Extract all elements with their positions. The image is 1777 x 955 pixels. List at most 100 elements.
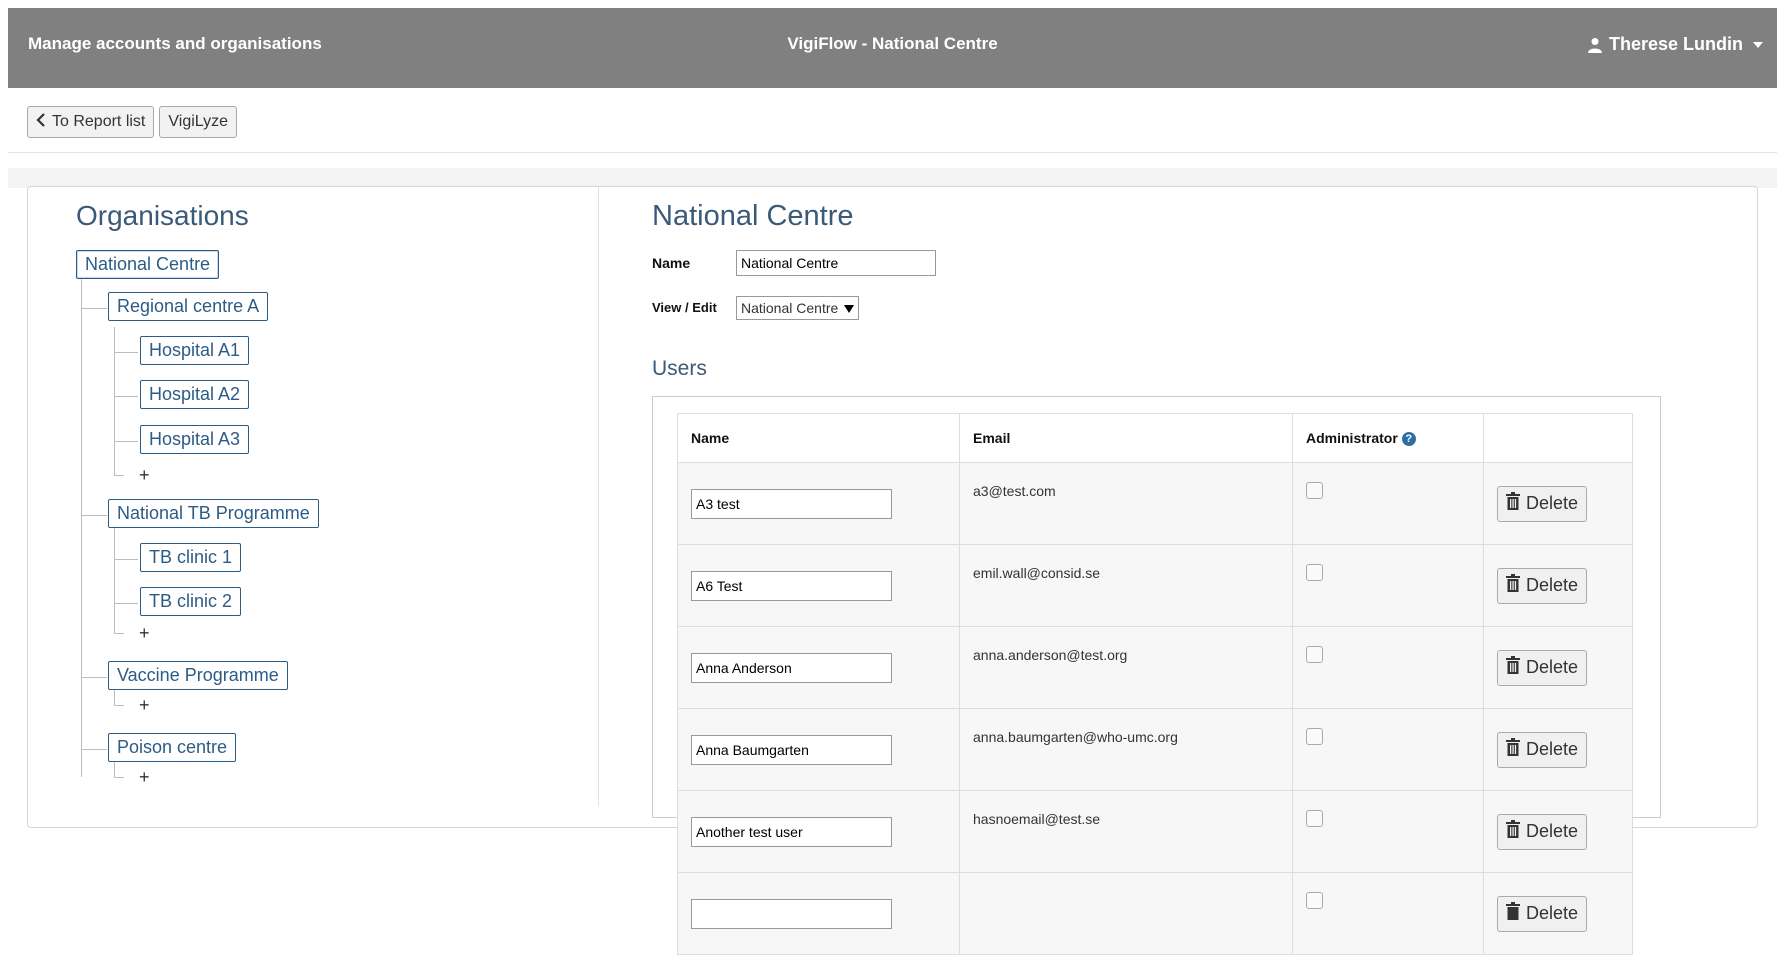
organisations-title: Organisations bbox=[76, 200, 249, 231]
tree-line bbox=[114, 327, 115, 475]
org-node-vaccine-programme[interactable]: Vaccine Programme bbox=[108, 661, 288, 690]
view-edit-select[interactable]: National Centre bbox=[736, 296, 860, 320]
table-row: emil.wall@consid.se Delete bbox=[677, 544, 1633, 627]
add-org-button[interactable]: + bbox=[139, 623, 150, 644]
add-org-button[interactable]: + bbox=[139, 695, 150, 716]
administrator-checkbox[interactable] bbox=[1306, 810, 1323, 827]
tree-line bbox=[114, 559, 138, 560]
organisation-title: National Centre bbox=[652, 200, 854, 232]
user-email: anna.anderson@test.org bbox=[959, 626, 1293, 709]
chevron-left-icon bbox=[36, 112, 46, 132]
name-label: Name bbox=[652, 255, 691, 271]
user-email: anna.baumgarten@who-umc.org bbox=[959, 708, 1293, 791]
table-row: hasnoemail@test.se Delete bbox=[677, 790, 1633, 873]
administrator-checkbox[interactable] bbox=[1306, 728, 1323, 745]
administrator-label: Administrator bbox=[1306, 429, 1398, 446]
tree-line bbox=[114, 528, 115, 633]
caret-down-icon bbox=[1753, 41, 1763, 48]
delete-button[interactable]: Delete bbox=[1497, 567, 1588, 604]
user-name-input[interactable] bbox=[691, 734, 892, 765]
table-header-row: Name Email Administrator? bbox=[677, 413, 1633, 463]
table-row: anna.anderson@test.org Delete bbox=[677, 626, 1633, 709]
add-org-button[interactable]: + bbox=[139, 767, 150, 788]
org-node-poison-centre[interactable]: Poison centre bbox=[108, 733, 237, 762]
user-name-input[interactable] bbox=[691, 898, 892, 929]
administrator-checkbox[interactable] bbox=[1306, 482, 1323, 499]
org-node-national-centre[interactable]: National Centre bbox=[76, 250, 220, 279]
user-name-input[interactable] bbox=[691, 488, 892, 519]
users-title: Users bbox=[652, 357, 707, 380]
add-org-button[interactable]: + bbox=[139, 465, 150, 486]
tree-line bbox=[114, 396, 138, 397]
user-name: Therese Lundin bbox=[1608, 34, 1743, 54]
user-name-input[interactable] bbox=[691, 652, 892, 683]
delete-button[interactable]: Delete bbox=[1497, 731, 1588, 768]
tree-line bbox=[114, 475, 124, 476]
tree-line bbox=[114, 690, 115, 705]
user-menu[interactable]: Therese Lundin bbox=[1587, 34, 1763, 55]
tree-line bbox=[81, 515, 107, 516]
user-email: hasnoemail@test.se bbox=[959, 790, 1293, 873]
delete-label: Delete bbox=[1526, 657, 1579, 677]
trash-icon bbox=[1506, 656, 1520, 679]
to-report-list-button[interactable]: To Report list bbox=[27, 106, 155, 138]
users-table: Name Email Administrator? a3@test.com De… bbox=[677, 413, 1633, 955]
column-header-email: Email bbox=[959, 413, 1293, 463]
organisation-name-input[interactable] bbox=[736, 250, 936, 276]
tree-line bbox=[114, 603, 138, 604]
tree-line bbox=[114, 352, 138, 353]
trash-icon bbox=[1506, 738, 1520, 761]
user-icon bbox=[1587, 37, 1603, 53]
delete-label: Delete bbox=[1526, 903, 1579, 923]
view-edit-value: National Centre bbox=[741, 300, 839, 316]
help-icon[interactable]: ? bbox=[1401, 432, 1416, 447]
org-node-hospital-a1[interactable]: Hospital A1 bbox=[140, 336, 250, 365]
user-name-input[interactable] bbox=[691, 570, 892, 601]
header-divider bbox=[8, 152, 1777, 153]
delete-label: Delete bbox=[1526, 493, 1579, 513]
tree-line bbox=[114, 762, 115, 777]
delete-button[interactable]: Delete bbox=[1497, 649, 1588, 686]
delete-button[interactable]: Delete bbox=[1497, 813, 1588, 850]
trash-icon bbox=[1506, 902, 1520, 925]
delete-label: Delete bbox=[1526, 739, 1579, 759]
to-report-list-label: To Report list bbox=[52, 113, 146, 130]
org-node-tb-clinic-2[interactable]: TB clinic 2 bbox=[140, 587, 242, 616]
trash-icon bbox=[1506, 820, 1520, 843]
content-background bbox=[8, 168, 1777, 188]
table-row: a3@test.com Delete bbox=[677, 462, 1633, 545]
org-node-hospital-a3[interactable]: Hospital A3 bbox=[140, 425, 250, 454]
user-name-input[interactable] bbox=[691, 816, 892, 847]
column-header-actions bbox=[1483, 413, 1633, 463]
administrator-checkbox[interactable] bbox=[1306, 564, 1323, 581]
vigilyze-button[interactable]: VigiLyze bbox=[159, 106, 237, 138]
delete-button[interactable]: Delete bbox=[1497, 485, 1588, 522]
administrator-checkbox[interactable] bbox=[1306, 892, 1323, 909]
trash-icon bbox=[1506, 492, 1520, 515]
tree-line bbox=[114, 705, 124, 706]
administrator-checkbox[interactable] bbox=[1306, 646, 1323, 663]
tree-line bbox=[81, 267, 82, 777]
view-edit-label: View / Edit bbox=[652, 300, 717, 315]
tree-line bbox=[114, 633, 124, 634]
page-title: VigiFlow - National Centre bbox=[787, 34, 998, 53]
column-header-name: Name bbox=[677, 413, 960, 463]
delete-label: Delete bbox=[1526, 821, 1579, 841]
tree-line bbox=[114, 441, 138, 442]
tree-line bbox=[81, 308, 107, 309]
tree-line bbox=[81, 677, 107, 678]
org-node-regional-centre-a[interactable]: Regional centre A bbox=[108, 292, 269, 321]
top-bar: Manage accounts and organisations VigiFl… bbox=[8, 8, 1777, 88]
org-node-hospital-a2[interactable]: Hospital A2 bbox=[140, 380, 250, 409]
app-section-title: Manage accounts and organisations bbox=[28, 34, 322, 53]
org-node-tb-clinic-1[interactable]: TB clinic 1 bbox=[140, 543, 242, 572]
tree-line bbox=[114, 777, 124, 778]
dropdown-arrow-icon bbox=[844, 300, 855, 316]
delete-label: Delete bbox=[1526, 575, 1579, 595]
delete-button[interactable]: Delete bbox=[1497, 895, 1588, 932]
column-header-administrator: Administrator? bbox=[1292, 413, 1484, 463]
table-row: Delete bbox=[677, 872, 1633, 955]
panel-divider bbox=[598, 186, 599, 806]
user-email: emil.wall@consid.se bbox=[959, 544, 1293, 627]
org-node-national-tb-programme[interactable]: National TB Programme bbox=[108, 499, 319, 528]
